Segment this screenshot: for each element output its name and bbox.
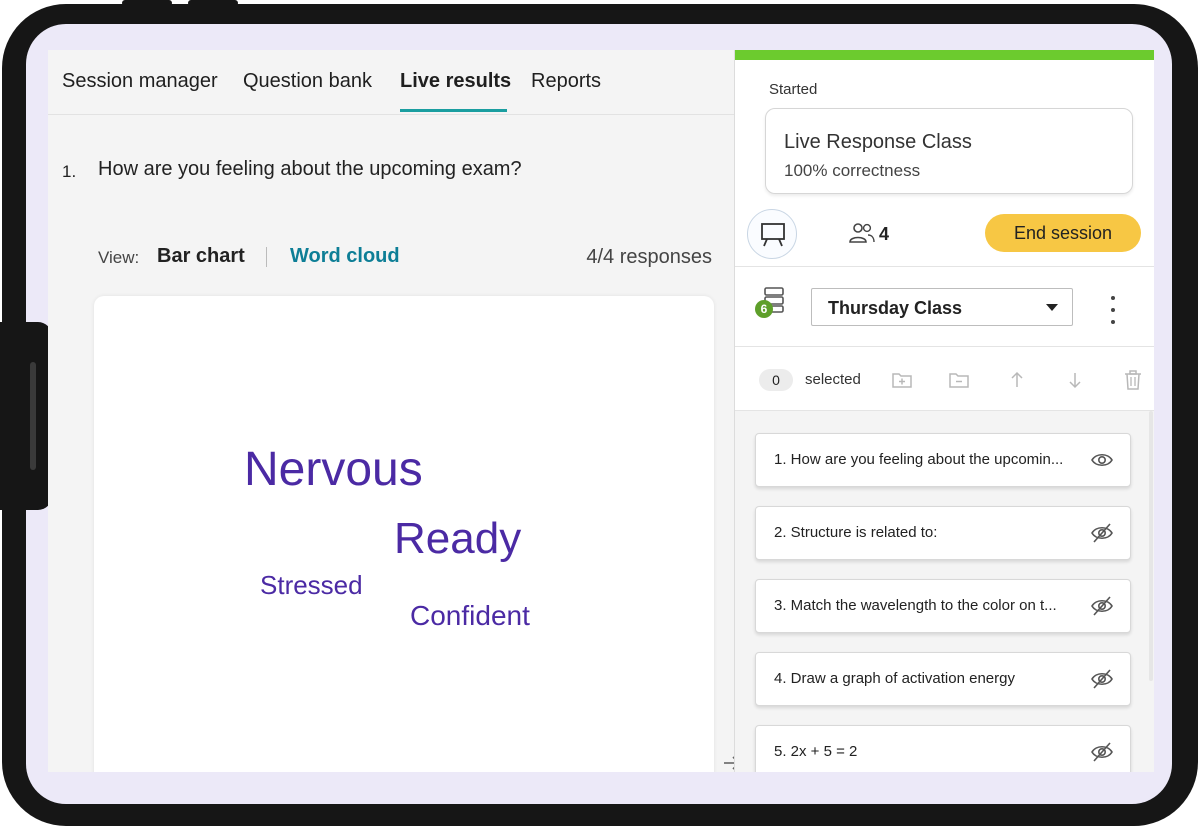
- people-icon: [849, 223, 875, 243]
- remove-from-folder-button[interactable]: [947, 368, 971, 392]
- question-list-item-text: 5. 2x + 5 = 2: [774, 743, 858, 760]
- question-text: How are you feeling about the upcoming e…: [98, 158, 522, 180]
- kebab-dot: [1111, 296, 1115, 300]
- session-status: Started: [769, 81, 818, 98]
- move-down-button[interactable]: [1063, 368, 1087, 392]
- session-status-bar: [735, 50, 1154, 60]
- eye-slash-icon: [1091, 596, 1113, 616]
- move-up-button[interactable]: [1005, 368, 1029, 392]
- device-volume-button: [188, 0, 238, 6]
- active-tab-indicator: [400, 109, 507, 112]
- arrow-down-icon: [1069, 373, 1081, 389]
- presentation-board-icon: [761, 223, 785, 247]
- device-side-bar: [0, 322, 52, 510]
- divider: [735, 266, 1154, 267]
- present-button[interactable]: [747, 209, 797, 259]
- question-list-item-text: 1. How are you feeling about the upcomin…: [774, 451, 1064, 468]
- view-label: View:: [98, 248, 140, 267]
- more-options-button[interactable]: [1109, 296, 1117, 324]
- divider: [735, 346, 1154, 347]
- word-cloud-word: Nervous: [244, 443, 423, 496]
- class-select-value: Thursday Class: [828, 298, 963, 318]
- visibility-toggle[interactable]: [1090, 595, 1114, 622]
- visibility-toggle[interactable]: [1090, 741, 1114, 768]
- session-name: Live Response Class: [784, 131, 972, 153]
- visibility-toggle[interactable]: [1090, 668, 1114, 695]
- selected-label: selected: [805, 371, 861, 388]
- session-sidebar: Started Live Response Class 100% correct…: [734, 50, 1154, 772]
- visibility-toggle[interactable]: [1090, 449, 1114, 476]
- word-cloud-word: Ready: [394, 514, 522, 563]
- response-count: 4/4 responses: [586, 246, 712, 268]
- caret-down-icon: [1046, 304, 1058, 311]
- question-list-item-text: 2. Structure is related to:: [774, 524, 938, 541]
- word-cloud-word: Stressed: [260, 570, 363, 600]
- delete-button[interactable]: [1121, 368, 1145, 392]
- arrow-up-icon: [1011, 371, 1023, 387]
- eye-slash-icon: [1091, 523, 1113, 543]
- question-list: 1. How are you feeling about the upcomin…: [735, 410, 1154, 772]
- word-cloud-word: Confident: [410, 600, 530, 631]
- tab-question-bank[interactable]: Question bank: [243, 70, 372, 93]
- question-list-item[interactable]: 1. How are you feeling about the upcomin…: [755, 433, 1131, 487]
- question-count-badge: 6: [755, 300, 773, 318]
- eye-slash-icon: [1091, 669, 1113, 689]
- live-results-panel: Session manager Question bank Live resul…: [48, 50, 734, 772]
- device-volume-button: [122, 0, 172, 6]
- students-indicator: [849, 222, 875, 249]
- tab-session-manager[interactable]: Session manager: [62, 70, 218, 93]
- session-correctness: 100% correctness: [784, 161, 921, 180]
- eye-icon: [1091, 453, 1113, 467]
- question-list-item[interactable]: 4. Draw a graph of activation energy: [755, 652, 1131, 706]
- folder-plus-icon: [892, 373, 912, 388]
- app-screen: Session manager Question bank Live resul…: [48, 50, 1154, 772]
- question-list-item[interactable]: 2. Structure is related to:: [755, 506, 1131, 560]
- main-tabs: Session manager Question bank Live resul…: [48, 50, 734, 115]
- visibility-toggle[interactable]: [1090, 522, 1114, 549]
- word-cloud-card: Nervous Ready Stressed Confident: [94, 296, 714, 772]
- tab-live-results[interactable]: Live results: [400, 70, 511, 93]
- trash-icon: [1125, 370, 1141, 390]
- question-list-item-text: 4. Draw a graph of activation energy: [774, 670, 1015, 687]
- selected-count: 0: [759, 369, 793, 391]
- scrollbar[interactable]: [1149, 411, 1153, 681]
- kebab-dot: [1111, 320, 1115, 324]
- end-session-button[interactable]: End session: [985, 214, 1141, 252]
- view-divider: [266, 247, 267, 267]
- session-card: Live Response Class 100% correctness: [765, 108, 1133, 194]
- question-list-item[interactable]: 3. Match the wavelength to the color on …: [755, 579, 1131, 633]
- tab-reports[interactable]: Reports: [531, 70, 601, 93]
- kebab-dot: [1111, 308, 1115, 312]
- folder-minus-icon: [949, 373, 969, 388]
- word-cloud-toggle[interactable]: Word cloud: [290, 245, 400, 268]
- eye-slash-icon: [1091, 742, 1113, 762]
- class-select[interactable]: Thursday Class: [811, 288, 1073, 326]
- device-side-notch: [30, 362, 36, 470]
- bar-chart-toggle[interactable]: Bar chart: [157, 245, 245, 268]
- add-to-folder-button[interactable]: [890, 368, 914, 392]
- student-count: 4: [879, 224, 890, 244]
- question-list-item[interactable]: 5. 2x + 5 = 2: [755, 725, 1131, 772]
- question-number: 1.: [62, 162, 77, 181]
- question-list-item-text: 3. Match the wavelength to the color on …: [774, 597, 1057, 614]
